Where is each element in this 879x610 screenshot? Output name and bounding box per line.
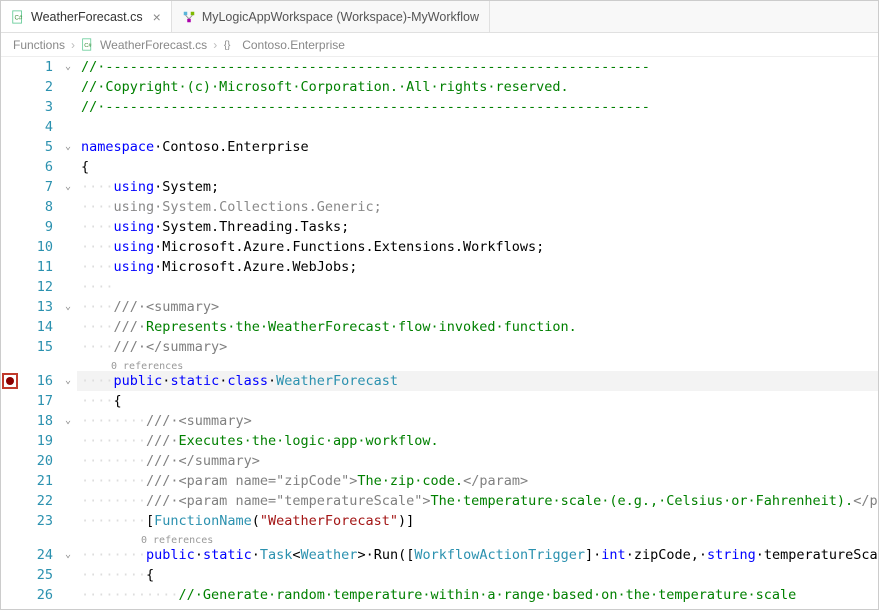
tab-workflow[interactable]: MyLogicAppWorkspace (Workspace)-MyWorkfl… [172, 1, 490, 32]
breadcrumb: Functions › C# WeatherForecast.cs › {} C… [1, 33, 878, 57]
line-number: 5 [19, 137, 53, 157]
svg-text:C#: C# [84, 43, 92, 49]
chevron-right-icon: › [213, 38, 217, 52]
line-number: 1 [19, 57, 53, 77]
line-number: 2 [19, 77, 53, 97]
breadcrumb-item[interactable]: Contoso.Enterprise [242, 38, 345, 52]
line-number: 10 [19, 237, 53, 257]
breadcrumb-item[interactable]: WeatherForecast.cs [100, 38, 207, 52]
line-number: 4 [19, 117, 53, 137]
namespace-icon: {} [223, 38, 236, 51]
breakpoint-icon[interactable] [2, 373, 18, 389]
line-number: 16 [19, 371, 53, 391]
line-number: 23 [19, 511, 53, 531]
fold-chevron-icon[interactable]: ⌄ [65, 371, 71, 391]
code-line[interactable]: //·-------------------------------------… [77, 57, 878, 77]
line-number: 20 [19, 451, 53, 471]
line-number: 17 [19, 391, 53, 411]
codelens[interactable]: 0 references [77, 531, 878, 545]
chevron-right-icon: › [71, 38, 75, 52]
line-number: 26 [19, 585, 53, 605]
editor-window: C# WeatherForecast.cs × MyLogicAppWorksp… [0, 0, 879, 610]
code-line[interactable]: ····using·System.Threading.Tasks; [77, 217, 878, 237]
code-line[interactable]: ····///·</summary> [77, 337, 878, 357]
line-number: 14 [19, 317, 53, 337]
fold-chevron-icon[interactable]: ⌄ [65, 297, 71, 317]
code-line[interactable] [77, 117, 878, 137]
code-line[interactable]: //·Copyright·(c)·Microsoft·Corporation.·… [77, 77, 878, 97]
tab-bar: C# WeatherForecast.cs × MyLogicAppWorksp… [1, 1, 878, 33]
line-number: 11 [19, 257, 53, 277]
line-number: 18 [19, 411, 53, 431]
fold-chevron-icon[interactable]: ⌄ [65, 137, 71, 157]
close-icon[interactable]: × [153, 9, 161, 25]
code-editor[interactable]: 1234567891011121314151617181920212223242… [1, 57, 878, 609]
tab-label: WeatherForecast.cs [31, 10, 143, 24]
code-line[interactable]: namespace·Contoso.Enterprise [77, 137, 878, 157]
code-line[interactable]: ············//·Generate·random·temperatu… [77, 585, 878, 605]
tab-label: MyLogicAppWorkspace (Workspace)-MyWorkfl… [202, 10, 479, 24]
code-line[interactable]: ····using·Microsoft.Azure.Functions.Exte… [77, 237, 878, 257]
line-number: 3 [19, 97, 53, 117]
line-number: 9 [19, 217, 53, 237]
code-line[interactable]: ········///·<param name="temperatureScal… [77, 491, 878, 511]
workflow-icon [182, 10, 196, 24]
line-number: 13 [19, 297, 53, 317]
code-line[interactable]: ········[FunctionName("WeatherForecast")… [77, 511, 878, 531]
code-line[interactable]: ········///·<summary> [77, 411, 878, 431]
breadcrumb-item[interactable]: Functions [13, 38, 65, 52]
code-line[interactable]: ········///·Executes·the·logic·app·workf… [77, 431, 878, 451]
code-line[interactable]: ····///·Represents·the·WeatherForecast·f… [77, 317, 878, 337]
tab-weatherforecast[interactable]: C# WeatherForecast.cs × [1, 1, 172, 32]
code-line[interactable]: ····{ [77, 391, 878, 411]
code-line[interactable]: ···· [77, 277, 878, 297]
line-number: 8 [19, 197, 53, 217]
fold-chevron-icon[interactable]: ⌄ [65, 545, 71, 565]
line-number: 12 [19, 277, 53, 297]
code-line[interactable]: ········public·static·Task<Weather>·Run(… [77, 545, 878, 565]
code-line[interactable]: ········///·</summary> [77, 451, 878, 471]
line-number: 21 [19, 471, 53, 491]
code-line[interactable]: ····using·Microsoft.Azure.WebJobs; [77, 257, 878, 277]
code-line[interactable]: ········///·<param name="zipCode">The·zi… [77, 471, 878, 491]
code-line[interactable]: ····using·System; [77, 177, 878, 197]
code-line[interactable]: ····using·System.Collections.Generic; [77, 197, 878, 217]
line-number: 15 [19, 337, 53, 357]
code-line[interactable]: //·-------------------------------------… [77, 97, 878, 117]
fold-chevron-icon[interactable]: ⌄ [65, 177, 71, 197]
codelens[interactable]: 0 references [77, 357, 878, 371]
line-number: 25 [19, 565, 53, 585]
svg-text:C#: C# [15, 14, 23, 21]
line-number: 27 [19, 605, 53, 609]
code-line[interactable]: ········{ [77, 565, 878, 585]
line-number: 24 [19, 545, 53, 565]
line-number: 19 [19, 431, 53, 451]
line-number: 7 [19, 177, 53, 197]
csharp-file-icon: C# [11, 10, 25, 24]
line-number: 6 [19, 157, 53, 177]
line-number: 22 [19, 491, 53, 511]
code-line[interactable]: { [77, 157, 878, 177]
code-line[interactable]: ····public·static·class·WeatherForecast [77, 371, 878, 391]
fold-chevron-icon[interactable]: ⌄ [65, 411, 71, 431]
csharp-file-icon: C# [81, 38, 94, 51]
code-line[interactable]: ····///·<summary> [77, 297, 878, 317]
code-line[interactable]: ············Random·rnd·=·new·Random(); [77, 605, 878, 609]
svg-text:{}: {} [224, 40, 231, 51]
fold-chevron-icon[interactable]: ⌄ [65, 57, 71, 77]
